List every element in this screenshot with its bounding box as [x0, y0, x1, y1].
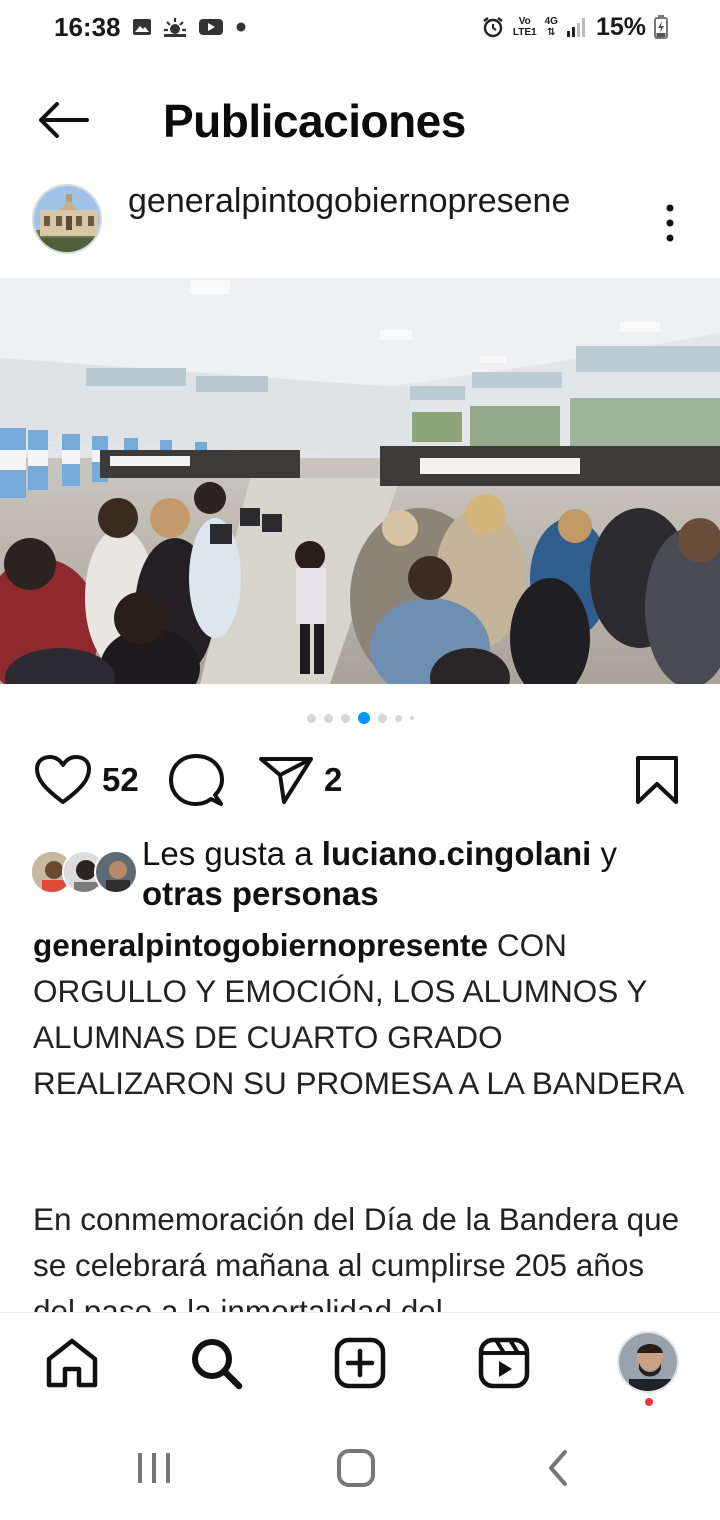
carousel-dot — [409, 716, 414, 720]
alarm-icon — [483, 17, 503, 38]
network-label: 4G — [544, 16, 558, 27]
send-icon[interactable] — [258, 755, 314, 805]
more-options-button[interactable] — [650, 198, 690, 248]
back-system-button[interactable] — [528, 1440, 588, 1496]
save-action[interactable] — [634, 750, 680, 810]
comment-action[interactable] — [168, 750, 224, 810]
carousel-dot-active — [357, 712, 370, 724]
volte-indicator: Vo LTE1 — [513, 16, 537, 38]
status-notification-icons — [132, 14, 248, 40]
home-system-button[interactable] — [326, 1440, 386, 1496]
signal-icon — [566, 18, 585, 37]
heart-icon[interactable] — [34, 754, 92, 806]
more-vertical-icon — [666, 204, 674, 242]
post-photo[interactable] — [0, 278, 720, 684]
home-circle-icon — [337, 1449, 375, 1487]
volte-label: Vo — [518, 16, 531, 27]
share-count[interactable]: 2 — [324, 761, 342, 799]
recent-apps-button[interactable] — [124, 1440, 184, 1496]
create-icon — [334, 1337, 386, 1389]
liker-avatar-image — [96, 852, 136, 892]
youtube-icon — [199, 19, 223, 35]
post-caption: generalpintogobiernopresente CON ORGULLO… — [33, 922, 693, 1106]
page-title: Publicaciones — [163, 95, 466, 147]
likes-prefix: Les gusta a — [142, 835, 322, 872]
bookmark-icon — [636, 756, 678, 804]
home-icon — [46, 1338, 98, 1388]
nav-home[interactable] — [42, 1333, 102, 1393]
author-avatar[interactable] — [32, 184, 102, 254]
liked-by-user[interactable]: luciano.cingolani — [322, 835, 592, 872]
bottom-navigation — [0, 1312, 720, 1416]
carousel-dot — [377, 713, 387, 723]
ceremony-photo — [0, 278, 720, 684]
avatar — [94, 850, 138, 894]
app-header: Publicaciones — [0, 70, 720, 170]
search-icon — [192, 1339, 243, 1390]
arrow-left-icon — [39, 102, 89, 138]
share-action: 2 — [258, 750, 342, 810]
liked-by-others[interactable]: otras personas — [142, 875, 379, 912]
battery-percent: 15% — [595, 12, 646, 41]
reels-icon — [478, 1337, 530, 1389]
status-bar: 16:38 Vo LTE1 4G ⇅ 15% — [0, 0, 720, 56]
comment-icon — [169, 754, 224, 806]
nav-reels[interactable] — [474, 1333, 534, 1393]
recent-apps-icon — [138, 1453, 170, 1483]
nav-profile[interactable] — [617, 1331, 679, 1393]
chevron-left-icon — [549, 1450, 567, 1486]
building-avatar-image — [34, 186, 100, 252]
liked-by-avatars[interactable] — [30, 850, 138, 896]
like-count[interactable]: 52 — [102, 761, 139, 799]
data-arrows-icon: ⇅ — [547, 27, 556, 38]
like-action: 52 — [34, 750, 139, 810]
notification-dot — [645, 1398, 653, 1406]
profile-avatar — [617, 1331, 679, 1393]
lte-label: LTE1 — [512, 27, 537, 38]
post-username[interactable]: generalpintogobiernopresene — [128, 180, 608, 222]
carousel-dot — [340, 713, 350, 723]
network-indicator: 4G ⇅ — [545, 16, 558, 38]
status-time: 16:38 — [54, 12, 121, 42]
post-header: generalpintogobiernopresene — [0, 180, 720, 272]
carousel-dot — [306, 713, 316, 723]
weather-icon — [164, 18, 186, 37]
post-actions: 52 2 — [0, 750, 720, 810]
profile-avatar-image — [619, 1333, 677, 1391]
dot-icon — [236, 22, 246, 32]
system-navigation — [0, 1416, 720, 1520]
instagram-post-screen: 16:38 Vo LTE1 4G ⇅ 15% Publicaciones gen… — [0, 0, 720, 1520]
carousel-dot — [394, 714, 402, 722]
nav-create[interactable] — [330, 1333, 390, 1393]
carousel-indicator — [0, 710, 720, 726]
liked-by-text[interactable]: Les gusta a luciano.cingolani y otras per… — [142, 834, 682, 914]
likes-mid: y — [591, 835, 617, 872]
caption-username[interactable]: generalpintogobiernopresente — [33, 927, 488, 963]
nav-search[interactable] — [186, 1333, 246, 1393]
status-right-icons: Vo LTE1 4G ⇅ 15% — [481, 12, 668, 42]
carousel-dot — [323, 713, 333, 723]
battery-charging-icon — [654, 15, 668, 39]
image-icon — [133, 19, 151, 35]
back-button[interactable] — [30, 92, 94, 148]
